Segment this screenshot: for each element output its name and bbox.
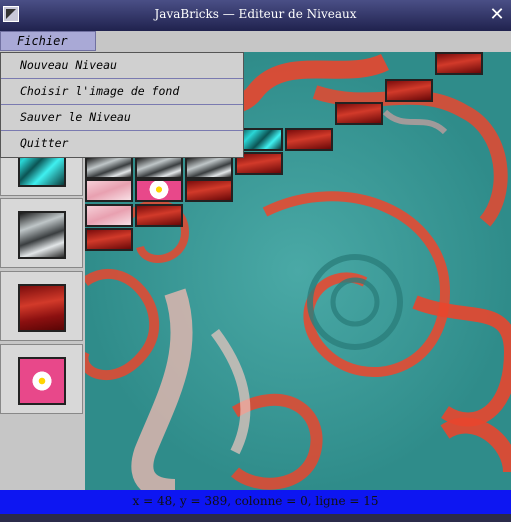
- brick-pink[interactable]: [85, 179, 133, 202]
- palette-cell-flower[interactable]: [0, 344, 83, 414]
- brick-grey[interactable]: [85, 156, 133, 179]
- menu-item-nouveau-niveau[interactable]: Nouveau Niveau: [1, 53, 243, 79]
- brick-dark-red[interactable]: [285, 128, 333, 151]
- brick-dark-red[interactable]: [185, 179, 233, 202]
- grey-brick-tile: [18, 211, 66, 259]
- brick-dark-red[interactable]: [85, 228, 133, 251]
- window-title: JavaBricks — Editeur de Niveaux: [154, 7, 357, 21]
- menu-item-quitter[interactable]: Quitter: [1, 131, 243, 157]
- menu-item-choisir-image[interactable]: Choisir l'image de fond: [1, 79, 243, 105]
- menu-item-sauver-niveau[interactable]: Sauver le Niveau: [1, 105, 243, 131]
- brick-dark-red[interactable]: [435, 52, 483, 75]
- fichier-dropdown-menu: Nouveau Niveau Choisir l'image de fond S…: [0, 52, 244, 158]
- dark-red-brick-tile: [18, 284, 66, 332]
- palette-cell-dark-red[interactable]: [0, 271, 83, 341]
- menu-bar: Fichier: [0, 31, 511, 53]
- menu-fichier[interactable]: Fichier: [0, 31, 96, 51]
- brick-grey[interactable]: [185, 156, 233, 179]
- brick-grey[interactable]: [135, 156, 183, 179]
- close-icon[interactable]: ✕: [487, 5, 507, 25]
- title-bar[interactable]: JavaBricks — Editeur de Niveaux ✕: [0, 0, 511, 32]
- menu-item-label: Nouveau Niveau: [20, 58, 117, 72]
- brick-pink[interactable]: [85, 204, 133, 227]
- menu-item-label: Quitter: [20, 136, 69, 150]
- palette-cell-grey[interactable]: [0, 198, 83, 268]
- brick-dark-red[interactable]: [135, 204, 183, 227]
- status-bar: x = 48, y = 389, colonne = 0, ligne = 15: [0, 490, 511, 514]
- brick-dark-red[interactable]: [385, 79, 433, 102]
- brick-flower[interactable]: [135, 179, 183, 202]
- window-bottom-border: [0, 514, 511, 522]
- menu-item-label: Sauver le Niveau: [20, 110, 131, 124]
- menu-fichier-label: Fichier: [17, 34, 68, 48]
- status-text: x = 48, y = 389, colonne = 0, ligne = 15: [132, 494, 379, 508]
- brick-dark-red[interactable]: [335, 102, 383, 125]
- pink-flower-brick-tile: [18, 357, 66, 405]
- menu-item-label: Choisir l'image de fond: [20, 84, 180, 98]
